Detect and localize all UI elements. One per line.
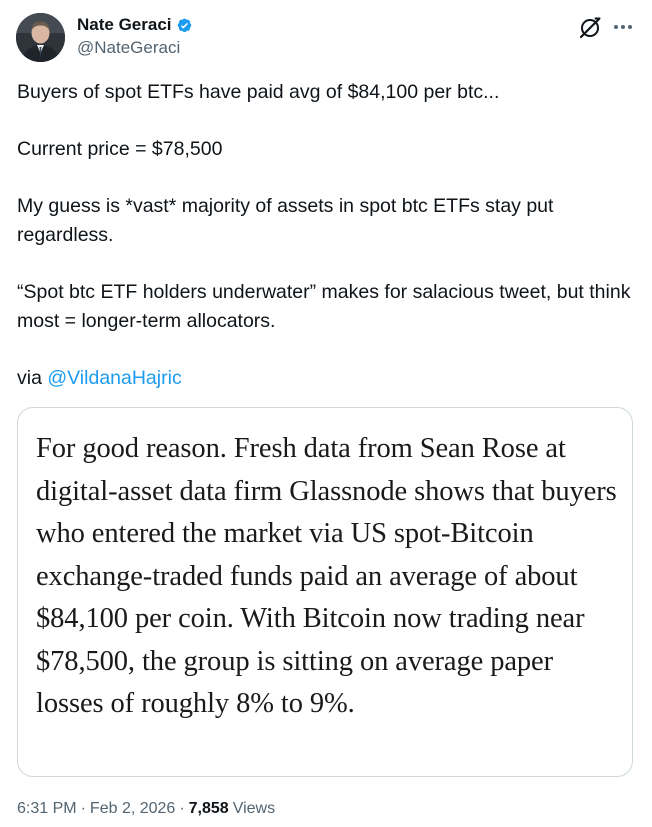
- name-row: Nate Geraci: [77, 13, 194, 37]
- tweet-paragraph: Current price = $78,500: [17, 138, 223, 160]
- handle[interactable]: @NateGeraci: [77, 38, 180, 58]
- tweet-time[interactable]: 6:31 PM: [17, 800, 77, 818]
- tweet-body: Buyers of spot ETFs have paid avg of $84…: [17, 78, 637, 393]
- tweet: Nate Geraci @NateGeraci Buyers of spot E…: [0, 0, 652, 827]
- via-line: via @VildanaHajric: [17, 364, 637, 393]
- via-prefix: via: [17, 367, 48, 389]
- more-icon[interactable]: [611, 15, 635, 39]
- tweet-paragraph: My guess is *vast* majority of assets in…: [17, 195, 554, 246]
- tweet-paragraph: “Spot btc ETF holders underwater” makes …: [17, 281, 631, 332]
- grok-icon[interactable]: [577, 15, 603, 41]
- quoted-image[interactable]: For good reason. Fresh data from Sean Ro…: [17, 407, 633, 777]
- verified-badge-icon: [175, 16, 194, 35]
- avatar[interactable]: [16, 13, 65, 62]
- meta-separator: ·: [80, 800, 86, 817]
- tweet-date[interactable]: Feb 2, 2026: [90, 800, 175, 818]
- quoted-article-text: For good reason. Fresh data from Sean Ro…: [36, 433, 617, 719]
- views-count: 7,858: [188, 800, 229, 817]
- tweet-meta: 6:31 PM · Feb 2, 2026 · 7,858 Views: [17, 800, 275, 818]
- views-label: Views: [232, 800, 276, 817]
- meta-separator: ·: [179, 800, 185, 817]
- mention-link[interactable]: @VildanaHajric: [47, 367, 181, 389]
- display-name[interactable]: Nate Geraci: [77, 15, 172, 35]
- tweet-paragraph: Buyers of spot ETFs have paid avg of $84…: [17, 81, 500, 103]
